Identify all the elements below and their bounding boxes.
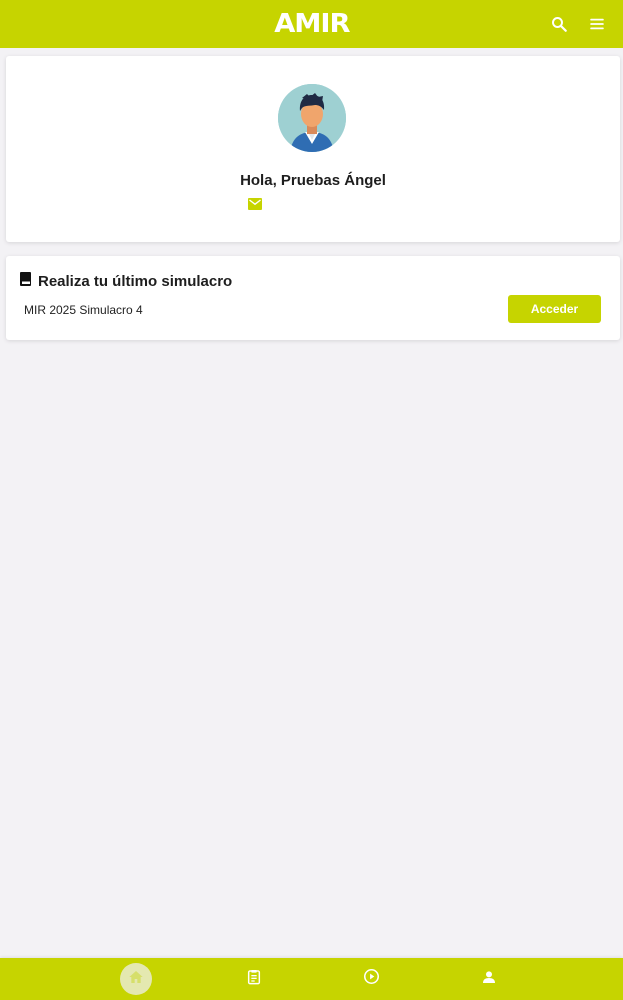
search-icon[interactable] [547, 12, 571, 36]
person-icon [481, 969, 497, 990]
mail-icon[interactable] [248, 197, 262, 215]
bottom-navigation [0, 958, 623, 1000]
play-circle-icon [363, 968, 380, 990]
access-button[interactable]: Acceder [508, 295, 601, 323]
top-bar: AMIR [0, 0, 623, 48]
simulacro-title: Realiza tu último simulacro [20, 272, 232, 290]
nav-clipboard[interactable] [238, 963, 270, 995]
clipboard-icon [246, 969, 262, 990]
amir-logo[interactable]: AMIR [274, 9, 350, 39]
user-avatar[interactable] [278, 84, 346, 152]
last-simulacro-card: Realiza tu último simulacro MIR 2025 Sim… [6, 256, 620, 340]
simulacro-title-label: Realiza tu último simulacro [38, 272, 233, 290]
home-icon [128, 969, 144, 990]
nav-profile[interactable] [473, 963, 505, 995]
app-root: AMIR Hola, Pruebas Ángel Realiza tu últi… [0, 0, 623, 1000]
topbar-actions [547, 0, 609, 48]
greeting-text: Hola, Pruebas Ángel [240, 172, 386, 189]
nav-home[interactable] [120, 963, 152, 995]
book-icon [20, 272, 32, 290]
profile-card: Hola, Pruebas Ángel [6, 56, 620, 242]
menu-icon[interactable] [585, 12, 609, 36]
nav-play[interactable] [355, 963, 387, 995]
simulacro-name: MIR 2025 Simulacro 4 [24, 303, 143, 317]
